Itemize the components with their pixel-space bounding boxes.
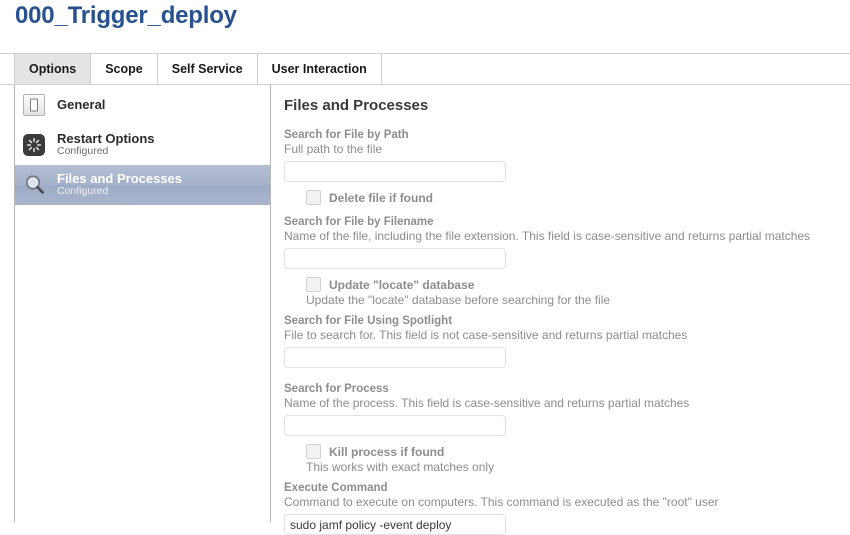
field-search-process-label: Search for Process <box>284 383 389 396</box>
tab-bar-filler <box>379 54 850 84</box>
field-file-by-path-label: Search for File by Path <box>284 129 409 141</box>
search-icon <box>22 172 48 198</box>
kill-process-checkbox[interactable] <box>306 444 321 460</box>
sidebar-item-restart-options-text: Restart Options Configured <box>57 130 155 158</box>
field-search-process-help: Name of the process. This field is case-… <box>284 396 690 411</box>
field-file-spotlight: Search for File Using Spotlight File to … <box>284 314 850 369</box>
sidebar-item-files-and-processes-label: Files and Processes <box>57 170 183 186</box>
field-execute-command: Execute Command Command to execute on co… <box>284 481 850 535</box>
tab-user-interaction-label: User Interaction <box>271 62 367 76</box>
sidebar-item-general-label: General <box>57 96 106 112</box>
delete-file-label: Delete file if found <box>329 190 434 205</box>
sidebar-item-restart-options[interactable]: Restart Options Configured <box>15 125 270 165</box>
update-locate-checkbox-row[interactable]: Update "locate" database <box>306 277 850 293</box>
restart-icon <box>22 132 48 158</box>
sidebar-item-general[interactable]: General <box>15 85 270 125</box>
sidebar-item-general-text: General <box>57 96 106 113</box>
sidebar-item-files-and-processes-text: Files and Processes Configured <box>57 170 183 198</box>
sidebar-item-files-and-processes-status: Configured <box>57 185 109 198</box>
kill-process-help: This works with exact matches only <box>306 460 495 475</box>
file-by-filename-input[interactable] <box>284 248 506 270</box>
general-icon <box>22 92 48 118</box>
field-file-by-path: Search for File by Path Full path to the… <box>284 128 850 183</box>
payload-content-pane: Files and Processes Search for File by P… <box>272 85 850 535</box>
update-locate-label: Update "locate" database <box>329 277 475 292</box>
update-locate-help: Update the "locate" database before sear… <box>306 293 611 308</box>
search-process-input[interactable] <box>284 415 506 437</box>
content-heading: Files and Processes <box>284 97 429 114</box>
work-area: General Restart Options Configured Files… <box>0 85 850 535</box>
tab-bar-left-spacer <box>0 54 14 84</box>
tab-scope-label: Scope <box>105 62 143 76</box>
field-file-by-filename-label: Search for File by Filename <box>284 216 434 229</box>
field-file-by-filename-help: Name of the file, including the file ext… <box>284 229 811 244</box>
file-spotlight-input[interactable] <box>284 347 506 369</box>
field-execute-command-help: Command to execute on computers. This co… <box>284 495 719 510</box>
file-by-path-input[interactable] <box>284 161 506 183</box>
field-file-by-filename: Search for File by Filename Name of the … <box>284 215 850 270</box>
tab-self-service[interactable]: Self Service <box>156 54 258 84</box>
sidebar-item-restart-options-label: Restart Options <box>57 130 155 146</box>
payload-sidebar: General Restart Options Configured Files… <box>14 85 271 522</box>
execute-command-input[interactable] <box>284 514 506 535</box>
tab-options[interactable]: Options <box>14 54 92 84</box>
field-file-spotlight-label: Search for File Using Spotlight <box>284 315 453 328</box>
tab-scope[interactable]: Scope <box>90 54 158 84</box>
delete-file-checkbox-row[interactable]: Delete file if found <box>306 190 850 206</box>
field-search-process: Search for Process Name of the process. … <box>284 382 850 437</box>
kill-process-label: Kill process if found <box>329 444 445 459</box>
sidebar-item-files-and-processes[interactable]: Files and Processes Configured <box>15 165 270 205</box>
update-locate-checkbox[interactable] <box>306 277 321 293</box>
tab-self-service-label: Self Service <box>171 62 243 76</box>
delete-file-checkbox[interactable] <box>306 190 321 206</box>
kill-process-checkbox-row[interactable]: Kill process if found <box>306 444 850 460</box>
tab-user-interaction[interactable]: User Interaction <box>256 54 382 84</box>
page-title: 000_Trigger_deploy <box>15 2 237 29</box>
tab-options-label: Options <box>29 62 77 76</box>
sidebar-item-restart-options-status: Configured <box>57 145 109 158</box>
field-execute-command-label: Execute Command <box>284 482 388 495</box>
field-file-spotlight-help: File to search for. This field is not ca… <box>284 328 688 343</box>
tab-bar: Options Scope Self Service User Interact… <box>0 53 850 85</box>
field-file-by-path-help: Full path to the file <box>284 142 383 157</box>
